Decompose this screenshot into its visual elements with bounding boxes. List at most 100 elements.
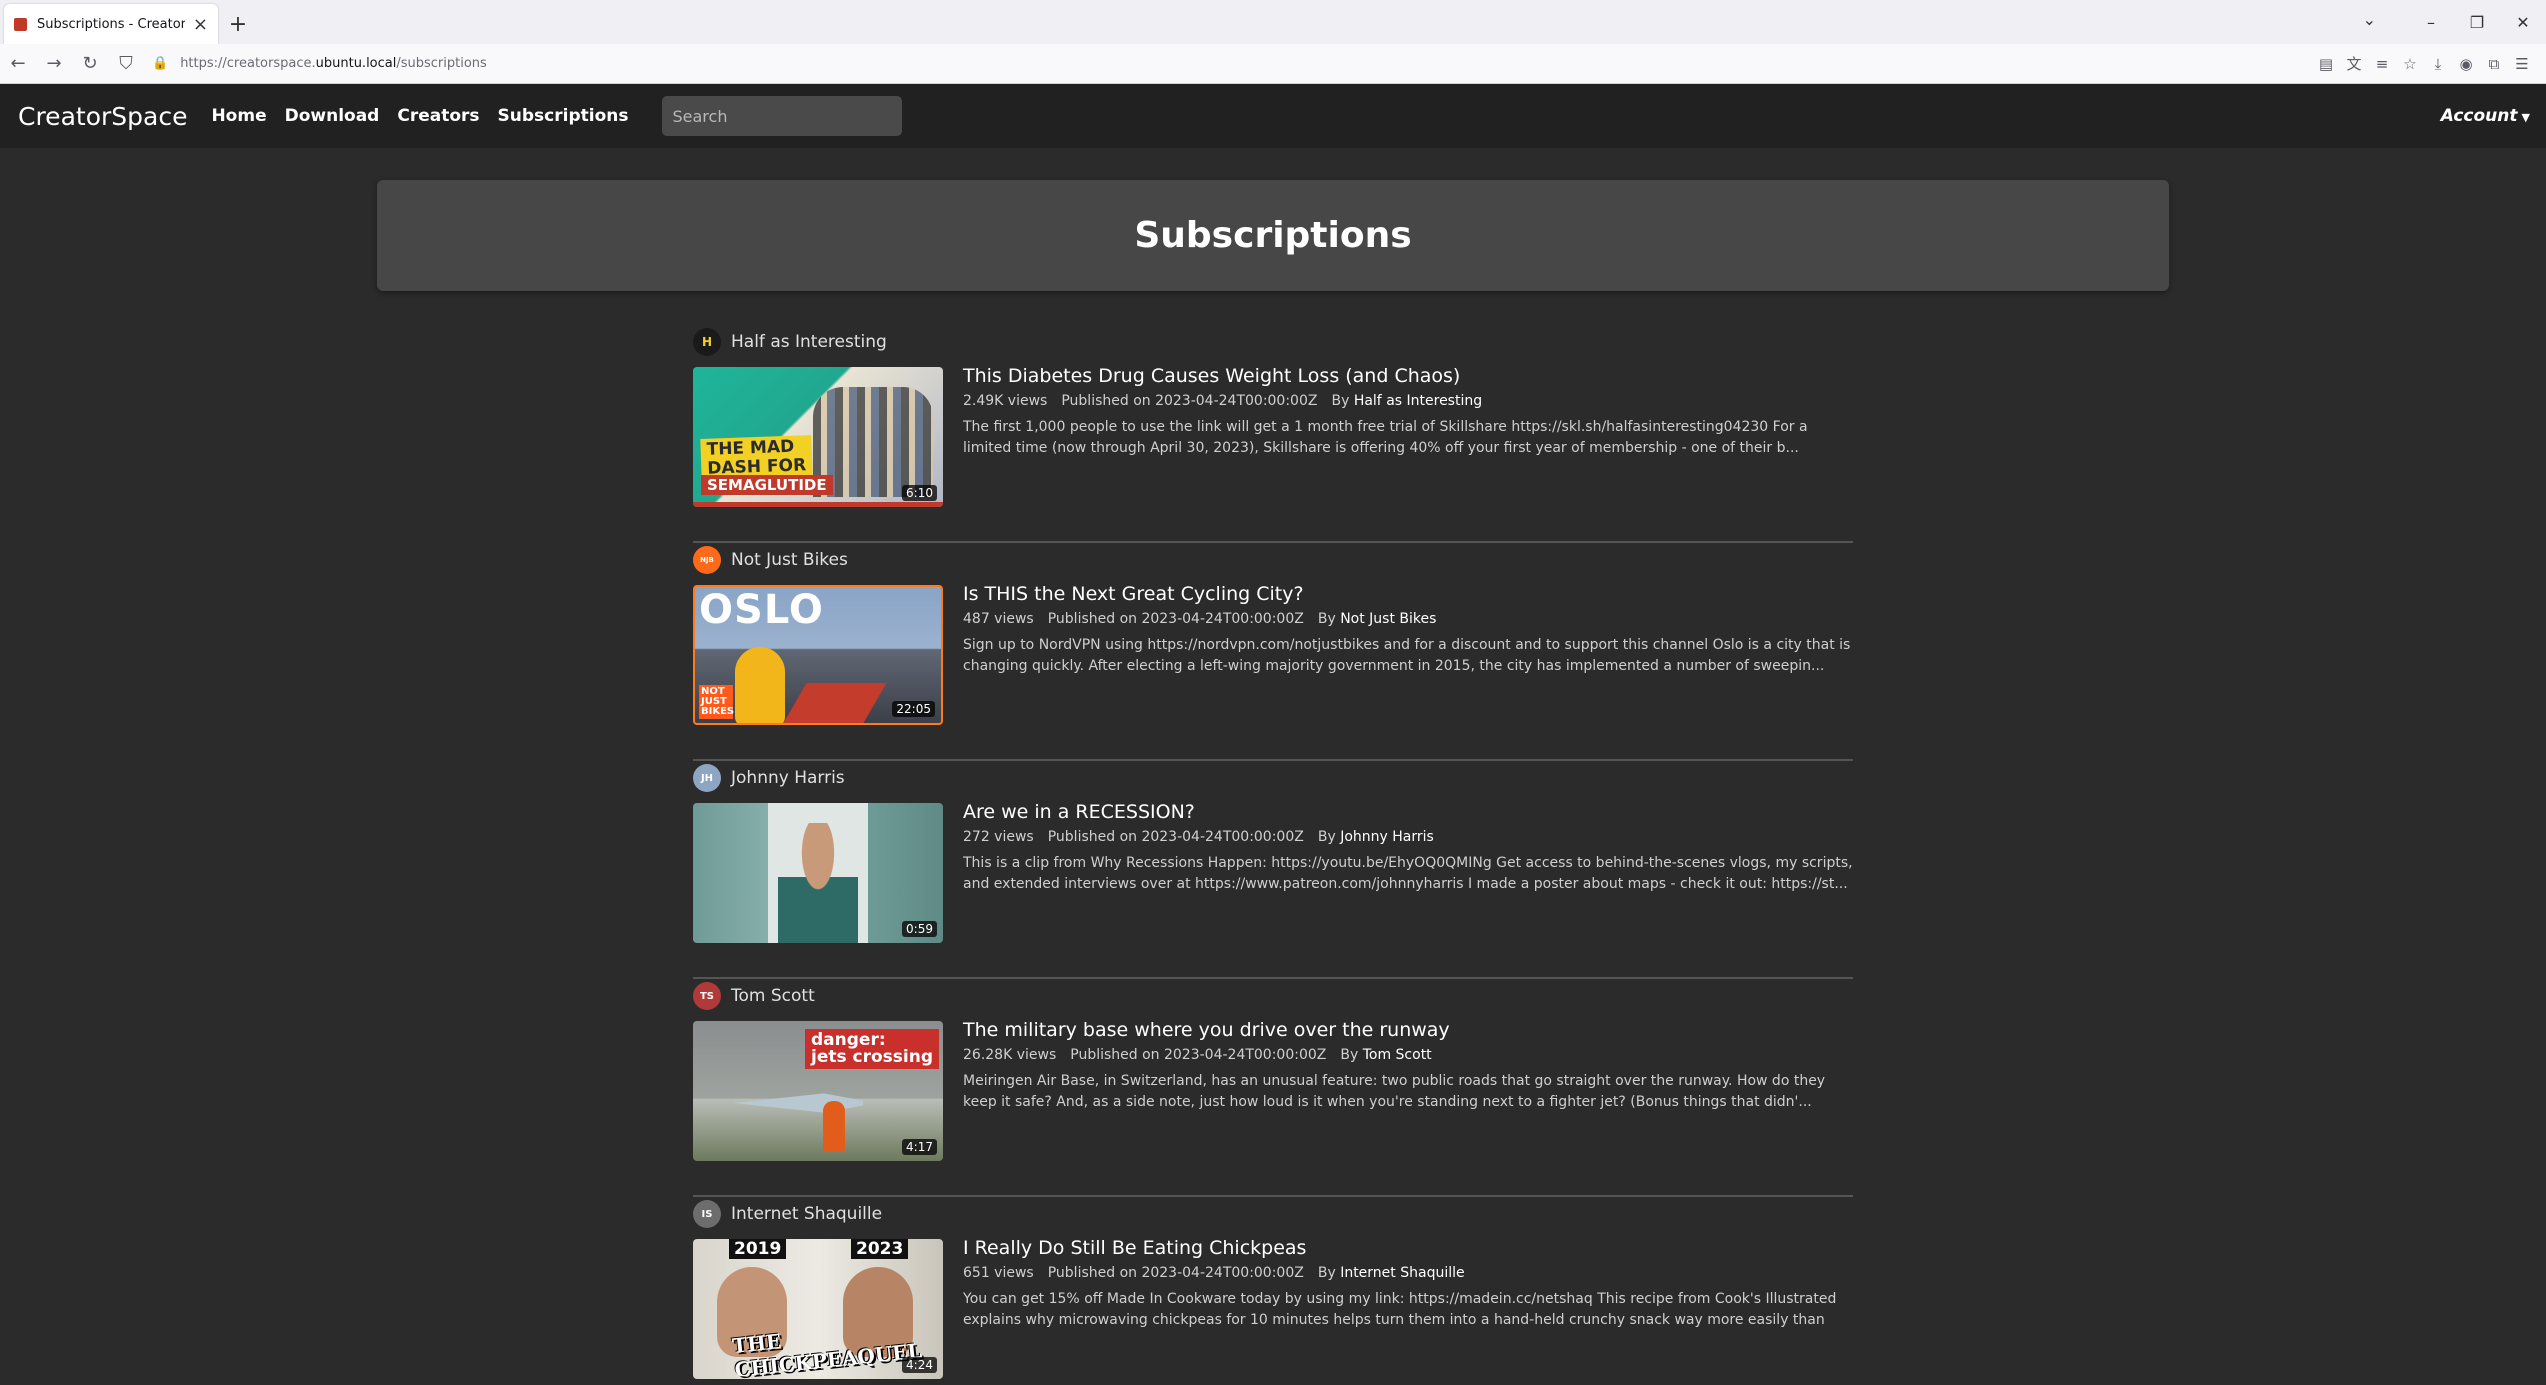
channel-name[interactable]: Johnny Harris [731, 768, 845, 788]
view-count: 26.28K views [963, 1047, 1057, 1063]
video-info: I Really Do Still Be Eating Chickpeas 65… [963, 1237, 1853, 1331]
channel-avatar[interactable]: NJB [693, 546, 721, 574]
video-author[interactable]: Not Just Bikes [1340, 611, 1436, 627]
video-info: Are we in a RECESSION? 272 views Publishe… [963, 801, 1853, 895]
video-duration: 22:05 [892, 701, 935, 717]
nav-download[interactable]: Download [285, 106, 380, 126]
chevron-down-icon[interactable]: ⌄ [2363, 10, 2376, 29]
video-meta: 272 views Published on 2023-04-24T00:00:0… [963, 829, 1853, 845]
video-duration: 0:59 [902, 921, 937, 937]
video-duration: 4:17 [902, 1139, 937, 1155]
translate-icon[interactable]: 文 [2340, 53, 2368, 74]
site-favicon-icon [14, 17, 27, 31]
channel-name[interactable]: Internet Shaquille [731, 1204, 882, 1224]
app-menu-icon[interactable]: ☰ [2508, 55, 2536, 73]
bookmark-star-icon[interactable]: ☆ [2396, 55, 2424, 73]
publish-date: Published on 2023-04-24T00:00:00Z [1047, 829, 1304, 845]
avatar-glyph: TS [699, 990, 715, 1002]
browser-toolbar: ← → ↻ ⛉ 🔒 https://creatorspace. ubuntu.lo… [0, 44, 2546, 84]
video-author[interactable]: Half as Interesting [1354, 393, 1482, 409]
site-brand[interactable]: CreatorSpace [18, 102, 187, 131]
video-meta: 2.49K views Published on 2023-04-24T00:00… [963, 393, 1853, 409]
forward-icon[interactable]: → [36, 53, 72, 74]
video-meta: 651 views Published on 2023-04-24T00:00:0… [963, 1265, 1853, 1281]
channel-row[interactable]: NJB Not Just Bikes [693, 545, 848, 575]
video-title[interactable]: I Really Do Still Be Eating Chickpeas [963, 1237, 1853, 1259]
channel-avatar[interactable]: H [693, 328, 721, 356]
url-prefix: https://creatorspace. [180, 56, 316, 71]
reader-view-icon[interactable]: ▤ [2312, 55, 2340, 73]
video-thumbnail[interactable]: OSLO NOT JUST BIKES 22:05 [693, 585, 943, 725]
video-author[interactable]: Tom Scott [1363, 1047, 1432, 1063]
minimize-icon[interactable]: – [2408, 13, 2454, 32]
back-icon[interactable]: ← [0, 53, 36, 74]
restore-icon[interactable]: ❐ [2454, 13, 2500, 32]
tab-title: Subscriptions - CreatorSpace [37, 16, 185, 32]
url-bar[interactable]: 🔒 https://creatorspace. ubuntu.local/subs… [152, 48, 2302, 80]
extension-icon[interactable]: ≡ [2368, 55, 2396, 73]
channel-row[interactable]: JH Johnny Harris [693, 763, 845, 793]
by-label: By [1317, 611, 1336, 627]
video-title[interactable]: This Diabetes Drug Causes Weight Loss (a… [963, 365, 1853, 387]
list-item: H Half as Interesting THE MAD DASH FOR SE… [693, 325, 1853, 543]
account-icon[interactable]: ◉ [2452, 55, 2480, 73]
thumbnail-text: SEMAGLUTIDE [701, 475, 833, 495]
video-info: This Diabetes Drug Causes Weight Loss (a… [963, 365, 1853, 459]
channel-name[interactable]: Not Just Bikes [731, 550, 848, 570]
video-meta: 487 views Published on 2023-04-24T00:00:0… [963, 611, 1853, 627]
channel-avatar[interactable]: IS [693, 1200, 721, 1228]
video-author[interactable]: Internet Shaquille [1340, 1265, 1464, 1281]
video-thumbnail[interactable]: danger: jets crossing 4:17 [693, 1021, 943, 1161]
channel-avatar[interactable]: TS [693, 982, 721, 1010]
video-thumbnail[interactable]: 0:59 [693, 803, 943, 943]
video-title[interactable]: Are we in a RECESSION? [963, 801, 1853, 823]
thumbnail-text: 2023 [851, 1239, 909, 1259]
site-navbar: CreatorSpace Home Download Creators Subs… [0, 84, 2546, 148]
video-description: The first 1,000 people to use the link w… [963, 419, 1808, 456]
search-input[interactable] [662, 96, 903, 136]
nav-home[interactable]: Home [211, 106, 266, 126]
thumbnail-art [823, 1101, 845, 1151]
page-title: Subscriptions [1134, 215, 1412, 256]
channel-row[interactable]: IS Internet Shaquille [693, 1199, 882, 1229]
download-icon[interactable]: ⤓ [2424, 55, 2452, 73]
thumbnail-text: 2019 [729, 1239, 787, 1259]
browser-tab-bar: Subscriptions - CreatorSpace × + ⌄ – ❐ ✕ [0, 0, 2546, 44]
extensions-icon[interactable]: ⧉ [2480, 55, 2508, 73]
close-window-icon[interactable]: ✕ [2500, 13, 2546, 32]
channel-avatar[interactable]: JH [693, 764, 721, 792]
view-count: 272 views [963, 829, 1034, 845]
account-menu[interactable]: Account ▼ [2441, 106, 2530, 126]
watch-progress-bar [693, 502, 943, 507]
thumbnail-art [735, 647, 785, 723]
reload-icon[interactable]: ↻ [72, 53, 108, 74]
list-item: TS Tom Scott danger: jets crossing 4:17 T… [693, 979, 1853, 1197]
view-count: 651 views [963, 1265, 1034, 1281]
thumbnail-text: OSLO [699, 587, 824, 633]
lock-icon[interactable]: 🔒 [152, 56, 168, 71]
by-label: By [1340, 1047, 1359, 1063]
publish-date: Published on 2023-04-24T00:00:00Z [1047, 1265, 1304, 1281]
thumbnail-text: NOT JUST BIKES [699, 685, 735, 719]
channel-name[interactable]: Half as Interesting [731, 332, 887, 352]
video-author[interactable]: Johnny Harris [1340, 829, 1434, 845]
video-info: The military base where you drive over t… [963, 1019, 1853, 1113]
video-description: This is a clip from Why Recessions Happe… [963, 855, 1853, 892]
channel-row[interactable]: H Half as Interesting [693, 327, 887, 357]
video-title[interactable]: Is THIS the Next Great Cycling City? [963, 583, 1853, 605]
video-thumbnail[interactable]: THE MAD DASH FOR SEMAGLUTIDE 6:10 [693, 367, 943, 507]
close-tab-icon[interactable]: × [193, 14, 208, 35]
channel-name[interactable]: Tom Scott [731, 986, 815, 1006]
nav-creators[interactable]: Creators [397, 106, 479, 126]
list-item: NJB Not Just Bikes OSLO NOT JUST BIKES 2… [693, 543, 1853, 761]
video-thumbnail[interactable]: 2019 2023 THE CHICKPEAQUEL 4:24 [693, 1239, 943, 1379]
new-tab-icon[interactable]: + [218, 4, 258, 44]
shield-icon[interactable]: ⛉ [108, 53, 144, 74]
channel-row[interactable]: TS Tom Scott [693, 981, 815, 1011]
nav-subscriptions[interactable]: Subscriptions [498, 106, 629, 126]
browser-tab[interactable]: Subscriptions - CreatorSpace × [4, 4, 218, 44]
video-info: Is THIS the Next Great Cycling City? 487… [963, 583, 1853, 677]
thumbnail-text-line: jets crossing [811, 1047, 933, 1067]
video-title[interactable]: The military base where you drive over t… [963, 1019, 1853, 1041]
avatar-glyph: NJB [700, 556, 714, 564]
